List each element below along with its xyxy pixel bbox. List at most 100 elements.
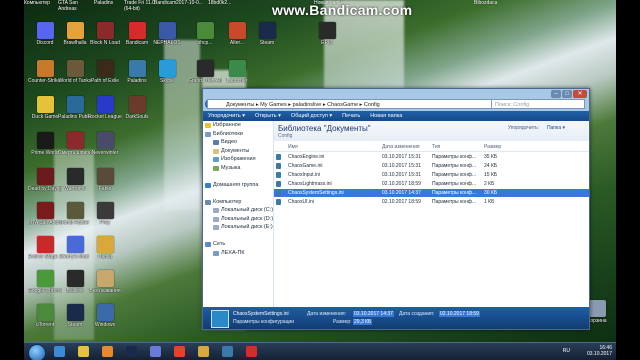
desktop-icon[interactable]: EPIC <box>310 22 344 46</box>
nav-item[interactable]: Компьютер <box>203 198 273 207</box>
desktop-icon[interactable]: Path of Exile <box>88 60 122 84</box>
desktop-icon[interactable]: Skype <box>150 60 184 84</box>
nav-item[interactable]: Локальный диск (D:) <box>203 215 273 224</box>
desktop-icon[interactable]: Evolve Stage 2 <box>28 236 62 260</box>
desktop-icon[interactable]: DarkSouls <box>120 96 154 120</box>
desktop-icon[interactable]: Alter... <box>220 22 254 46</box>
desktop-icon[interactable]: Neverwinter <box>88 132 122 156</box>
top-file-label[interactable]: Trade Fri 11.0 (64-bit) <box>124 0 158 12</box>
desktop-icon[interactable]: Steam <box>58 304 92 328</box>
minimize-button[interactable]: – <box>551 90 561 98</box>
media-player-icon[interactable] <box>102 346 113 357</box>
desktop-icon[interactable]: Смерть шпионам <box>58 132 92 156</box>
desktop-icon[interactable]: World of Tanks <box>58 60 92 84</box>
column-name[interactable]: Имя <box>288 144 298 150</box>
desktop-icon[interactable]: ohcp... <box>188 22 222 46</box>
nav-item[interactable]: Избранное <box>203 121 273 130</box>
desktop-icon[interactable]: Paladins <box>120 60 154 84</box>
arrange-dropdown[interactable]: Папка ▾ <box>547 125 565 131</box>
explorer-icon[interactable] <box>78 346 89 357</box>
chrome-icon[interactable] <box>174 346 185 357</box>
address-bar[interactable]: Документы ▸ My Games ▸ paladinslive ▸ Ch… <box>207 99 497 109</box>
desktop-icon[interactable]: Block N Load <box>88 22 122 46</box>
desktop-icon[interactable]: Prime World <box>28 132 62 156</box>
desktop-icon[interactable]: Warframe <box>58 168 92 192</box>
toolbar-print[interactable]: Печать <box>337 113 365 119</box>
nav-item-icon <box>205 242 211 247</box>
explorer-window[interactable]: – □ ✕ ‹ Документы ▸ My Games ▸ paladinsl… <box>202 88 590 330</box>
desktop-icon[interactable]: Dead by Daylight <box>28 168 62 192</box>
top-file-label[interactable]: Новая папка <box>314 0 348 6</box>
bandicam-icon[interactable] <box>246 346 257 357</box>
desktop-icon[interactable]: Ballistic <box>58 270 92 294</box>
toolbar-share[interactable]: Общий доступ ▾ <box>286 113 337 119</box>
desktop-icon[interactable]: NEPHALOS <box>150 22 184 46</box>
desktop-icon[interactable]: Duck Game <box>28 96 62 120</box>
desktop-icon[interactable]: Fable <box>88 168 122 192</box>
desktop-icon[interactable]: Counter-Strike: Global Off... <box>28 60 62 84</box>
column-size[interactable]: Размер <box>484 144 501 150</box>
top-file-label[interactable]: Paladins <box>94 0 128 6</box>
nav-item[interactable]: Домашняя группа <box>203 181 273 190</box>
desktop-icon[interactable]: uTorrent <box>28 304 62 328</box>
top-file-label[interactable]: 18bd0k2... <box>208 0 242 6</box>
desktop-icon[interactable]: Tomb Raider <box>58 202 92 226</box>
nav-item[interactable]: Библиотеки <box>203 130 273 139</box>
desktop-icon[interactable]: Prey <box>88 202 122 226</box>
nav-item[interactable]: Музыка <box>203 164 273 173</box>
toolbar-open[interactable]: Открыть ▾ <box>250 113 286 119</box>
file-row[interactable]: ChaosSystemSettings.ini 03.10.2017 14:37 П… <box>274 189 589 197</box>
toolbar-organize[interactable]: Упорядочить ▾ <box>203 113 250 119</box>
start-button[interactable] <box>28 344 46 360</box>
close-button[interactable]: ✕ <box>573 90 587 98</box>
search-input[interactable]: Поиск: Config <box>491 99 585 109</box>
nav-item[interactable]: Сеть <box>203 240 273 249</box>
file-row[interactable]: ChaosUI.ini 02.10.2017 18:59 Параметры кон… <box>274 198 589 206</box>
folder-icon[interactable] <box>198 346 209 357</box>
desktop-icon[interactable]: Rocket League <box>88 96 122 120</box>
toolbar-new-folder[interactable]: Новая папка <box>365 113 407 119</box>
file-row[interactable]: ChaosGame.ini 03.10.2017 15:31 Параметры к… <box>274 162 589 170</box>
desktop-icon[interactable]: Launcher <box>220 60 254 84</box>
desktop-icon[interactable]: Paladins Public Test <box>58 96 92 120</box>
top-file-label[interactable]: Компьютер <box>24 0 58 6</box>
column-date[interactable]: Дата изменения <box>382 144 420 150</box>
steam-icon[interactable] <box>126 346 137 357</box>
discord-icon[interactable] <box>150 346 161 357</box>
clock[interactable]: 16:46 03.10.2017 <box>587 345 612 357</box>
desktop-icon[interactable]: Garry's Mod <box>58 236 92 260</box>
desktop-icon[interactable]: Grand Theft Auto <box>188 60 222 84</box>
desktop-icon[interactable]: Steam <box>250 22 284 46</box>
language-indicator[interactable]: RU <box>563 348 570 354</box>
desktop-icon[interactable]: Google Chrome <box>28 270 62 294</box>
desktop-icon[interactable]: Brawlhalla <box>58 22 92 46</box>
top-file-label[interactable]: Bibozdaca <box>474 0 508 6</box>
nav-item[interactable]: ЛЕХА-ПК <box>203 249 273 258</box>
desktop-icon[interactable]: MTA San Andreas <box>28 202 62 226</box>
file-name: ChaosInput.ini <box>288 172 320 178</box>
maximize-button[interactable]: □ <box>562 90 572 98</box>
top-file-label[interactable]: GTA San Andreas <box>58 0 92 12</box>
desktop-icon[interactable]: Discord <box>28 22 62 46</box>
details-modified-value: 03.10.2017 14:37 <box>353 311 394 317</box>
nav-item[interactable]: Локальный диск (C:) <box>203 206 273 215</box>
desktop-icon-label: ohcp... <box>197 40 213 46</box>
file-row[interactable]: ChaosLightmass.ini 02.10.2017 18:59 Параме… <box>274 180 589 188</box>
file-row[interactable]: ChaosEngine.ini 03.10.2017 15:31 Параметры… <box>274 153 589 161</box>
desktop-icon[interactable]: Папка <box>88 236 122 260</box>
nav-item[interactable]: Документы <box>203 147 273 156</box>
paladins-icon[interactable] <box>222 346 233 357</box>
nav-item <box>203 189 273 198</box>
nav-item-icon <box>205 182 211 188</box>
file-row[interactable]: ChaosInput.ini 03.10.2017 15:31 Параметры … <box>274 171 589 179</box>
desktop-icon[interactable]: Windows <box>88 304 122 328</box>
nav-item[interactable]: Локальный диск (E:) <box>203 223 273 232</box>
nav-item-icon <box>213 148 219 154</box>
desktop-icon[interactable]: Bandicam <box>120 22 154 46</box>
nav-item[interactable]: Изображения <box>203 155 273 164</box>
top-file-label[interactable]: 2017-10-0... <box>176 0 210 6</box>
ie-icon[interactable] <box>54 346 65 357</box>
column-type[interactable]: Тип <box>432 144 440 150</box>
nav-item[interactable]: Видео <box>203 138 273 147</box>
desktop-icon[interactable]: Без названия <box>88 270 122 294</box>
